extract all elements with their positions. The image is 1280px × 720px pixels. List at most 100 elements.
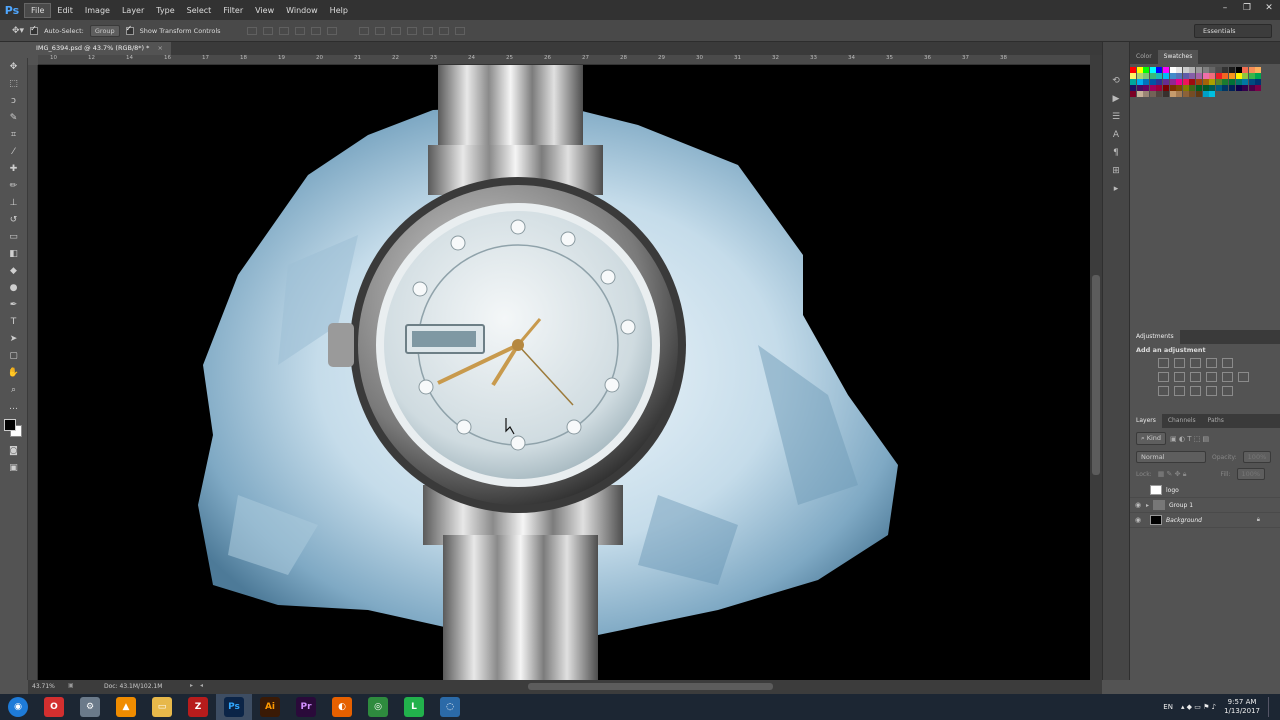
auto-select-checkbox[interactable] — [30, 24, 39, 35]
tray-icons[interactable]: ▴ ◆ ▭ ⚑ ♪ — [1181, 703, 1216, 711]
menu-file[interactable]: File — [24, 2, 52, 18]
tab-adjustments[interactable]: Adjustments — [1130, 330, 1180, 344]
menu-edit[interactable]: Edit — [51, 4, 79, 17]
taskbar-app-opera[interactable]: O — [36, 694, 72, 720]
taskbar-app-illustrator[interactable]: Ai — [252, 694, 288, 720]
auto-select-dropdown[interactable]: Group — [89, 24, 120, 37]
gradient-icon[interactable]: ◧ — [4, 246, 24, 262]
swatch[interactable] — [1209, 91, 1216, 97]
menu-window[interactable]: Window — [280, 4, 324, 17]
layer-row-background[interactable]: ◉ Background 🔒︎ — [1130, 513, 1280, 528]
menu-help[interactable]: Help — [324, 4, 354, 17]
swatch[interactable] — [1136, 91, 1143, 97]
eye-icon[interactable]: ◉ — [1130, 516, 1146, 524]
tool-presets-icon[interactable]: ⊞ — [1107, 166, 1125, 180]
taskbar-app-firefox[interactable]: ◐ — [324, 694, 360, 720]
taskbar-app-tool[interactable]: ◌ — [432, 694, 468, 720]
status-menu-icon[interactable]: ▣ — [68, 682, 74, 689]
swatch[interactable] — [1176, 91, 1183, 97]
vibrance-icon[interactable] — [1222, 358, 1233, 368]
filter-kind-dropdown[interactable]: ⌕ Kind — [1136, 432, 1167, 445]
auto-align-icon[interactable] — [454, 26, 465, 35]
type-icon[interactable]: T — [4, 314, 24, 330]
character-icon[interactable]: A — [1107, 130, 1125, 144]
swatch[interactable] — [1149, 91, 1156, 97]
swatch[interactable] — [1182, 91, 1189, 97]
taskbar-app-photoshop[interactable]: Ps — [216, 694, 252, 720]
swatch[interactable] — [1195, 91, 1202, 97]
blend-mode-dropdown[interactable]: Normal — [1136, 451, 1206, 463]
quick-mask-icon[interactable]: ◙ — [4, 443, 24, 459]
align-top-icon[interactable] — [246, 26, 257, 35]
swatch[interactable] — [1215, 85, 1222, 91]
marquee-icon[interactable]: ⬚ — [4, 76, 24, 92]
swatch[interactable] — [1222, 85, 1229, 91]
foreground-color[interactable] — [3, 419, 16, 431]
distribute-top-icon[interactable] — [358, 26, 369, 35]
quick-select-icon[interactable]: ✎ — [4, 110, 24, 126]
close-tab-icon[interactable]: × — [157, 44, 162, 52]
move-tool-icon[interactable]: ✥▾ — [12, 26, 24, 36]
distribute-left-icon[interactable] — [406, 26, 417, 35]
actions-icon[interactable]: ▶ — [1107, 94, 1125, 108]
opacity-field[interactable]: 100% — [1242, 451, 1272, 463]
horizontal-scroll-thumb[interactable] — [528, 683, 773, 690]
screen-mode-icon[interactable]: ▣ — [4, 460, 24, 476]
language-indicator[interactable]: EN — [1163, 703, 1173, 711]
properties-icon[interactable]: ☰ — [1107, 112, 1125, 126]
tab-color[interactable]: Color — [1130, 50, 1158, 64]
posterize-icon[interactable] — [1174, 386, 1185, 396]
align-center-icon[interactable] — [310, 26, 321, 35]
timeline-icon[interactable]: ▸ — [1107, 184, 1125, 198]
show-transform-checkbox[interactable] — [125, 24, 134, 35]
taskbar-app-line[interactable]: L — [396, 694, 432, 720]
align-left-icon[interactable] — [294, 26, 305, 35]
blur-icon[interactable]: ◆ — [4, 263, 24, 279]
expand-arrow-icon[interactable]: ▸ — [1146, 502, 1149, 509]
pen-icon[interactable]: ✒ — [4, 297, 24, 313]
distribute-middle-icon[interactable] — [374, 26, 385, 35]
document-canvas[interactable] — [38, 65, 1090, 680]
swatch[interactable] — [1242, 85, 1249, 91]
close-icon[interactable]: ✕ — [1258, 0, 1280, 20]
lasso-icon[interactable]: ↄ — [4, 93, 24, 109]
black-white-icon[interactable] — [1190, 372, 1201, 382]
swatch[interactable] — [1130, 91, 1136, 97]
eraser-icon[interactable]: ▭ — [4, 229, 24, 245]
invert-icon[interactable] — [1158, 386, 1169, 396]
path-select-icon[interactable]: ➤ — [4, 331, 24, 347]
zoom-icon[interactable]: ⌕ — [4, 382, 24, 398]
photo-filter-icon[interactable] — [1206, 372, 1217, 382]
selective-color-icon[interactable] — [1222, 386, 1233, 396]
color-balance-icon[interactable] — [1174, 372, 1185, 382]
swatch[interactable] — [1169, 91, 1176, 97]
move-icon[interactable]: ✥ — [4, 59, 24, 75]
gradient-map-icon[interactable] — [1206, 386, 1217, 396]
menu-image[interactable]: Image — [79, 4, 116, 17]
curves-icon[interactable] — [1190, 358, 1201, 368]
swatch[interactable] — [1248, 85, 1255, 91]
menu-layer[interactable]: Layer — [116, 4, 150, 17]
swatches-grid[interactable] — [1130, 64, 1266, 97]
hand-icon[interactable]: ✋ — [4, 365, 24, 381]
taskbar-app-premiere[interactable]: Pr — [288, 694, 324, 720]
tab-paths[interactable]: Paths — [1202, 414, 1230, 428]
threshold-icon[interactable] — [1190, 386, 1201, 396]
tab-channels[interactable]: Channels — [1162, 414, 1202, 428]
tab-layers[interactable]: Layers — [1130, 414, 1162, 428]
layer-row-logo[interactable]: logo — [1130, 483, 1280, 498]
layer-row-group[interactable]: ◉ ▸ Group 1 — [1130, 498, 1280, 513]
swatch[interactable] — [1255, 85, 1262, 91]
swatch[interactable] — [1162, 91, 1169, 97]
shape-icon[interactable]: ▢ — [4, 348, 24, 364]
document-tab[interactable]: IMG_6394.psd @ 43.7% (RGB/8*) * × — [28, 42, 171, 55]
more-tools-icon[interactable]: … — [4, 399, 24, 415]
swatch[interactable] — [1143, 91, 1150, 97]
color-lookup-icon[interactable] — [1238, 372, 1249, 382]
paragraph-icon[interactable]: ¶ — [1107, 148, 1125, 162]
minimize-icon[interactable]: – — [1214, 0, 1236, 20]
menu-filter[interactable]: Filter — [217, 4, 249, 17]
zoom-level[interactable]: 43.71% — [32, 683, 55, 690]
clone-stamp-icon[interactable]: ⊥ — [4, 195, 24, 211]
show-desktop-button[interactable] — [1268, 697, 1274, 717]
